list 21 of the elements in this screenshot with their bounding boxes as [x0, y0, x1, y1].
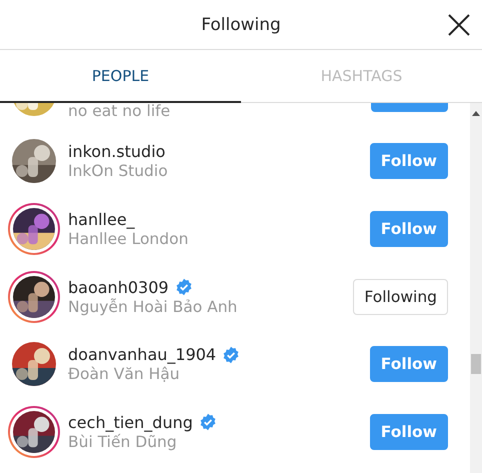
username[interactable]: hanllee_: [68, 210, 135, 229]
full-name: InkOn Studio: [68, 162, 169, 180]
scrollbar[interactable]: [470, 103, 482, 473]
username[interactable]: doanvanhau_1904: [68, 345, 216, 364]
close-icon: [446, 12, 472, 38]
full-name: no eat no life: [68, 103, 172, 120]
full-name: Đoàn Văn Hậu: [68, 365, 181, 384]
full-name: Nguyễn Hoài Bảo Anh: [68, 298, 238, 316]
username[interactable]: baoanh0309: [68, 278, 169, 297]
dialog-title: Following: [201, 14, 281, 34]
full-name: Hanllee London: [68, 230, 190, 248]
full-name: Bùi Tiến Dũng: [68, 432, 178, 451]
verified-badge-icon: [198, 413, 217, 432]
following-button[interactable]: Following: [353, 278, 448, 315]
close-button[interactable]: [446, 12, 472, 38]
scroll-up-icon: [472, 111, 480, 116]
verified-badge-icon: [222, 346, 240, 364]
scrollbar-thumb[interactable]: [471, 354, 481, 374]
username[interactable]: cech_tien_dung: [68, 412, 193, 432]
username[interactable]: inkon.studio: [68, 142, 166, 162]
verified-badge-icon: [174, 278, 193, 296]
